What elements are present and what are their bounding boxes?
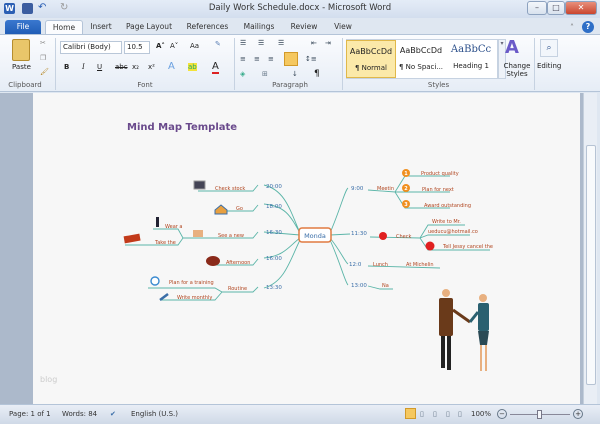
word-count[interactable]: Words: 84 <box>62 410 97 418</box>
alert-icon <box>425 241 435 251</box>
woman-arm <box>468 311 480 323</box>
watermark: blog <box>40 375 57 384</box>
page-count[interactable]: Page: 1 of 1 <box>9 410 51 418</box>
time-label: 13:00 <box>351 283 367 289</box>
monitor-icon <box>193 180 206 190</box>
email-at-icon <box>379 232 387 240</box>
draft-icon[interactable]: ▯ <box>458 410 462 418</box>
man-leg <box>441 336 445 368</box>
zoom-in-button[interactable]: + <box>573 409 583 419</box>
node-award[interactable]: Award outstanding <box>424 203 471 209</box>
node-lunch[interactable]: Lunch <box>373 262 388 268</box>
time-label: 16:30 <box>266 230 282 236</box>
coffee-icon <box>206 256 220 266</box>
node-product-quality[interactable]: Product quality <box>421 171 459 177</box>
print-layout-view-icon[interactable] <box>405 408 416 419</box>
node-see-new[interactable]: See a new <box>218 233 244 239</box>
center-node-label: Monda <box>304 232 326 240</box>
zoom-out-button[interactable]: − <box>497 409 507 419</box>
man-head <box>442 289 450 297</box>
node-go[interactable]: Go <box>236 206 243 212</box>
web-layout-icon[interactable]: ▯ <box>433 410 437 418</box>
woman-skirt <box>478 331 489 345</box>
woman-body <box>478 303 489 331</box>
business-people-illustration <box>439 289 489 371</box>
node-afternoon[interactable]: Afternoon <box>226 260 250 266</box>
language[interactable]: English (U.S.) <box>131 410 178 418</box>
book-icon <box>123 233 141 244</box>
mind-map: Monda Mind Map Template blog 20:00 18:00… <box>40 122 493 384</box>
status-bar: Page: 1 of 1 Words: 84 ✔ English (U.S.) … <box>0 404 600 424</box>
node-check[interactable]: Check <box>396 234 411 240</box>
time-label: 11:30 <box>351 231 367 237</box>
node-wear[interactable]: Wear a <box>165 224 183 230</box>
time-label: 12:0 <box>349 262 362 268</box>
man-body <box>439 298 453 336</box>
proofing-icon[interactable]: ✔ <box>110 410 116 418</box>
handshake-icon <box>193 230 203 237</box>
time-label: 20:00 <box>266 184 282 190</box>
house-icon <box>214 204 228 215</box>
time-label: 13:30 <box>266 285 282 291</box>
pie-chart-icon <box>150 276 160 286</box>
man-leg <box>447 336 451 370</box>
page-heading: Mind Map Template <box>127 122 237 133</box>
node-tell-jessy[interactable]: Tell Jessy cancel the <box>442 244 493 250</box>
woman-head <box>479 294 487 302</box>
woman-leg <box>485 345 487 371</box>
time-label: 9:00 <box>351 186 364 192</box>
phone-icon <box>156 217 159 227</box>
woman-leg <box>480 345 482 371</box>
node-plan-training[interactable]: Plan for a training <box>169 280 214 286</box>
zoom-slider-thumb[interactable] <box>537 410 542 419</box>
node-check-stock[interactable]: Check stock <box>215 186 245 192</box>
number-label: 3 <box>404 202 408 208</box>
outline-icon[interactable]: ▯ <box>446 410 450 418</box>
man-arm <box>452 308 471 324</box>
node-write-monthly[interactable]: Write monthly <box>177 295 212 301</box>
number-label: 1 <box>404 171 408 177</box>
node-routine[interactable]: Routine <box>228 286 247 292</box>
time-label: 18:00 <box>266 204 282 210</box>
node-na[interactable]: Na <box>382 283 389 289</box>
number-label: 2 <box>404 186 408 192</box>
node-email[interactable]: ueducu@hotmail.co <box>428 229 478 235</box>
pen-icon <box>159 293 169 301</box>
time-label: 16:00 <box>266 256 282 262</box>
zoom-level[interactable]: 100% <box>471 410 491 418</box>
node-take[interactable]: Take the <box>154 240 176 246</box>
node-plan-next[interactable]: Plan for next <box>422 187 454 193</box>
node-meeting[interactable]: Meetin <box>377 186 394 192</box>
full-screen-reading-icon[interactable]: ▯ <box>420 410 424 418</box>
node-michelin[interactable]: At Michelin <box>406 262 434 268</box>
node-write-mr[interactable]: Write to Mr. <box>432 219 461 225</box>
